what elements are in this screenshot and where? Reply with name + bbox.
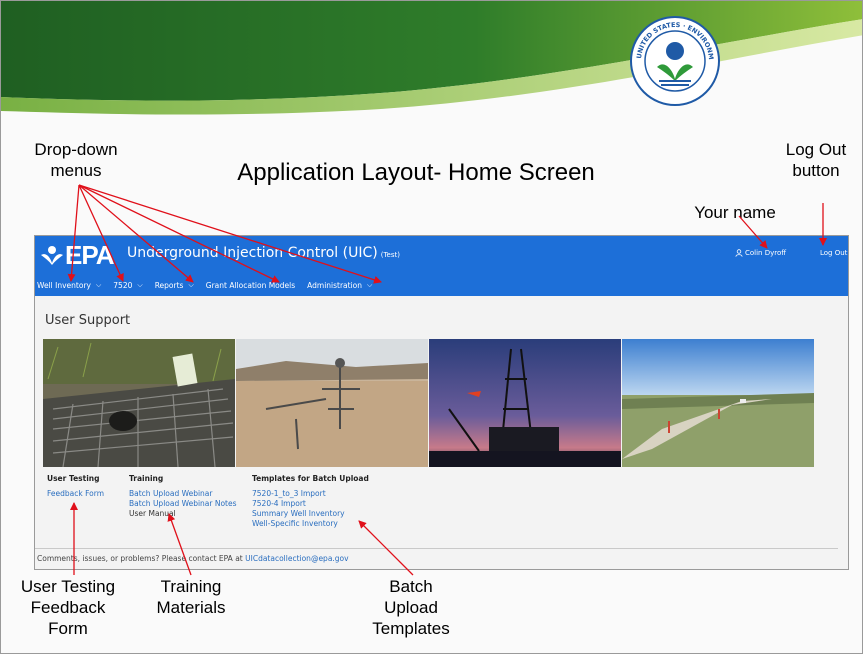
- user-icon: [735, 249, 743, 257]
- app-content: User Support User Testing Feedback Form …: [35, 296, 848, 569]
- epa-logo: EPA: [39, 239, 115, 270]
- app-title: Underground Injection Control (UIC) (Test…: [127, 245, 400, 261]
- feedback-form-link[interactable]: Feedback Form: [47, 489, 104, 499]
- chevron-down-icon: ⌵: [188, 280, 194, 289]
- training-materials-label: Training Materials: [156, 577, 226, 617]
- template-7520-4-link[interactable]: 7520-4 Import: [252, 499, 369, 509]
- nav-administration[interactable]: Administration ⌵: [307, 281, 372, 290]
- column-training: Training Batch Upload Webinar Batch Uplo…: [129, 474, 237, 519]
- epa-logo-text: EPA: [65, 239, 115, 270]
- photo-drilling-rig: [429, 339, 621, 467]
- batch-upload-webinar-link[interactable]: Batch Upload Webinar: [129, 489, 237, 499]
- column-templates: Templates for Batch Upload 7520-1_to_3 I…: [252, 474, 369, 529]
- footer-divider: [35, 548, 838, 549]
- batch-templates-label: Batch Upload Templates: [372, 577, 450, 638]
- column-user-testing: User Testing Feedback Form: [47, 474, 104, 499]
- user-testing-label: User Testing Feedback Form: [20, 577, 116, 638]
- logout-button[interactable]: Log Out: [820, 249, 847, 257]
- app-screenshot: EPA Underground Injection Control (UIC)(…: [34, 235, 849, 570]
- photo-well-grate: [43, 339, 235, 467]
- nav-well-inventory[interactable]: Well Inventory ⌵: [37, 281, 101, 290]
- footer-email-link[interactable]: UICdatacollection@epa.gov: [245, 554, 348, 563]
- column-heading: User Testing: [47, 474, 100, 483]
- column-heading: Templates for Batch Upload: [252, 474, 369, 483]
- footer-text: Comments, issues, or problems? Please co…: [37, 554, 246, 563]
- batch-upload-webinar-notes-link[interactable]: Batch Upload Webinar Notes: [129, 499, 237, 509]
- photo-prairie: [622, 339, 814, 467]
- chevron-down-icon: ⌵: [137, 280, 143, 289]
- footer: Comments, issues, or problems? Please co…: [37, 554, 349, 563]
- main-nav: Well Inventory ⌵ 7520 ⌵ Reports ⌵ Grant All…: [35, 276, 384, 294]
- template-7520-1-3-link[interactable]: 7520-1_to_3 Import: [252, 489, 369, 499]
- nav-7520[interactable]: 7520 ⌵: [113, 281, 142, 290]
- nav-grant-allocation-models[interactable]: Grant Allocation Models: [206, 281, 295, 290]
- photo-wellhead: [236, 339, 428, 467]
- page-heading: User Support: [45, 313, 131, 328]
- user-manual-text: User Manual: [129, 509, 176, 518]
- epa-seal-icon: UNITED STATES · ENVIRONMENTAL PROTECTION…: [629, 15, 720, 106]
- chevron-down-icon: ⌵: [367, 280, 373, 289]
- slide-title: Application Layout- Home Screen: [237, 159, 595, 186]
- epa-flower-icon: [41, 246, 63, 265]
- app-header: EPA Underground Injection Control (UIC)(…: [35, 236, 848, 296]
- your-name-label: Your name: [694, 203, 776, 222]
- slide: UNITED STATES · ENVIRONMENTAL PROTECTION…: [0, 0, 863, 654]
- template-summary-well-inventory-link[interactable]: Summary Well Inventory: [252, 509, 369, 519]
- chevron-down-icon: ⌵: [95, 280, 102, 289]
- dropdown-menus-label: Drop-down menus: [34, 140, 118, 180]
- column-heading: Training: [129, 474, 164, 483]
- user-name-link[interactable]: Colin Dyroff: [735, 249, 786, 257]
- logout-button-label: Log Out button: [785, 140, 847, 180]
- template-well-specific-inventory-link[interactable]: Well-Specific Inventory: [252, 519, 369, 529]
- nav-reports[interactable]: Reports ⌵: [155, 281, 194, 290]
